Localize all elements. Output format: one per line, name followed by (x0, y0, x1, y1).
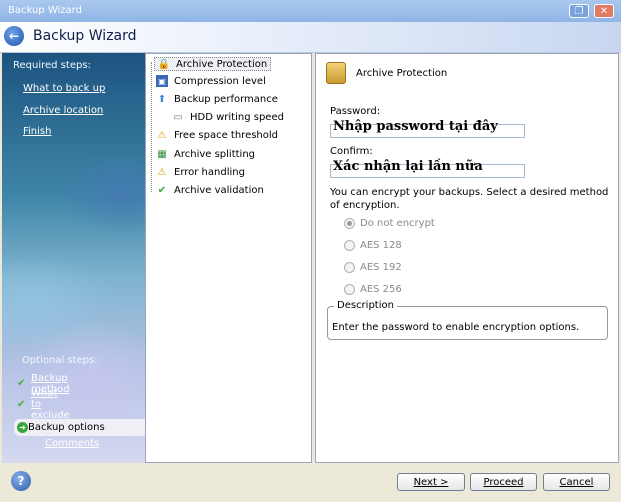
tree-item-label: Backup performance (174, 93, 278, 105)
password-field[interactable]: Nhập password tại đây (330, 119, 525, 138)
checkmark-icon: ✔ (17, 399, 26, 410)
lock-icon (326, 62, 346, 84)
description-box-title: Description (334, 300, 397, 311)
tree-line (151, 62, 152, 192)
checkmark-icon: ✔ (157, 184, 167, 196)
options-panel: Archive Protection Password: Nhập passwo… (315, 53, 619, 463)
panel-title: Archive Protection (356, 67, 448, 79)
tree-item-label: Archive validation (174, 184, 264, 196)
hdd-icon: ▭ (173, 111, 183, 123)
confirm-label: Confirm: (330, 146, 373, 157)
required-steps-heading: Required steps: (13, 60, 91, 71)
tree-item-free-space-threshold[interactable]: ⚠ Free space threshold (156, 129, 279, 141)
back-arrow-icon[interactable]: ← (4, 26, 24, 46)
optional-steps-heading: Optional steps: (22, 355, 98, 366)
confirm-field[interactable]: Xác nhận lại lần nữa (330, 159, 525, 178)
encryption-description: You can encrypt your backups. Select a d… (330, 187, 609, 211)
radio-aes-192[interactable]: AES 192 (344, 262, 402, 273)
description-box-text: Enter the password to enable encryption … (332, 322, 580, 333)
radio-label: Do not encrypt (360, 218, 435, 229)
step-archive-location[interactable]: Archive location (23, 105, 103, 116)
compression-icon: ▣ (156, 75, 168, 87)
tree-item-archive-protection[interactable]: 🔒 Archive Protection (154, 57, 272, 71)
step-backup-options-label: Backup options (28, 422, 105, 433)
current-step-arrow-icon: ➜ (17, 422, 28, 433)
tree-item-hdd-writing-speed[interactable]: ▭ HDD writing speed (172, 111, 284, 123)
cancel-button[interactable]: Cancel (543, 473, 610, 491)
tree-item-label: Compression level (174, 75, 266, 87)
radio-aes-256[interactable]: AES 256 (344, 284, 402, 295)
help-icon[interactable]: ? (11, 471, 31, 491)
step-what-to-exclude[interactable]: ✔ What to exclude (17, 388, 70, 421)
options-tree: 🔒 Archive Protection ▣ Compression level… (145, 53, 312, 463)
next-button[interactable]: Next > (397, 473, 465, 491)
wizard-steps-panel: Required steps: What to back up Archive … (2, 53, 145, 463)
step-comments-label: Comments (45, 437, 100, 449)
tree-item-label: Archive Protection (176, 58, 268, 70)
password-overlay-text: Nhập password tại đây (333, 119, 498, 134)
cancel-button-label: Cancel (559, 476, 594, 488)
password-label: Password: (330, 106, 381, 117)
tree-item-label: HDD writing speed (190, 111, 284, 123)
tree-item-label: Free space threshold (174, 129, 279, 141)
tree-item-label: Error handling (174, 166, 245, 178)
tree-item-compression-level[interactable]: ▣ Compression level (156, 75, 266, 87)
step-backup-options[interactable]: ➜ Backup options (14, 419, 145, 436)
panel-heading: Archive Protection (326, 62, 447, 84)
warning-icon: ⚠ (157, 166, 167, 178)
title-bar: Backup Wizard ❐ ✕ (0, 0, 621, 22)
proceed-button-label: Proceed (483, 476, 524, 488)
radio-circle (344, 284, 355, 295)
arrow-up-icon: ⬆ (157, 93, 167, 105)
step-finish[interactable]: Finish (23, 126, 51, 137)
step-backup-method[interactable]: ✔ Backup method (17, 373, 70, 395)
warning-icon: ⚠ (157, 129, 167, 141)
tree-item-error-handling[interactable]: ⚠ Error handling (156, 166, 245, 178)
radio-label: AES 128 (360, 240, 402, 251)
wizard-header: ← Backup Wizard (0, 22, 621, 53)
radio-label: AES 256 (360, 284, 402, 295)
split-icon: ▦ (157, 148, 167, 160)
wizard-title: Backup Wizard (33, 28, 137, 44)
close-button[interactable]: ✕ (594, 4, 614, 18)
radio-circle (344, 240, 355, 251)
tree-item-archive-validation[interactable]: ✔ Archive validation (156, 184, 264, 196)
proceed-button[interactable]: Proceed (470, 473, 537, 491)
radio-circle (344, 262, 355, 273)
radio-do-not-encrypt[interactable]: Do not encrypt (344, 218, 435, 229)
confirm-overlay-text: Xác nhận lại lần nữa (333, 159, 483, 174)
radio-label: AES 192 (360, 262, 402, 273)
step-what-to-exclude-label: What to exclude (31, 388, 70, 421)
step-what-to-back-up[interactable]: What to back up (23, 83, 105, 94)
restore-button[interactable]: ❐ (569, 4, 589, 18)
tree-item-backup-performance[interactable]: ⬆ Backup performance (156, 93, 278, 105)
radio-aes-128[interactable]: AES 128 (344, 240, 402, 251)
radio-circle (344, 218, 355, 229)
lock-icon: 🔒 (157, 58, 171, 70)
tree-item-archive-splitting[interactable]: ▦ Archive splitting (156, 148, 255, 160)
window-title: Backup Wizard (8, 5, 82, 16)
description-box: Description Enter the password to enable… (327, 300, 608, 340)
checkmark-icon: ✔ (17, 378, 26, 389)
next-button-label: Next > (413, 476, 449, 488)
tree-item-label: Archive splitting (174, 148, 256, 160)
